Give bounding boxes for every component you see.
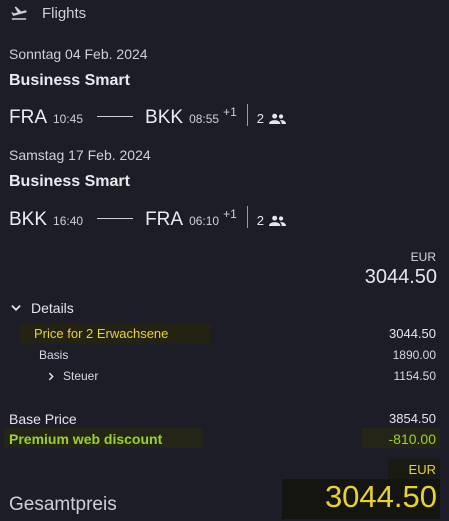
total-currency: EUR <box>410 250 436 264</box>
basis-value: 1890.00 <box>392 348 436 362</box>
total-amount: 3044.50 <box>364 266 437 288</box>
flights-header: Flights <box>10 4 86 22</box>
chevron-down-icon <box>11 305 21 311</box>
segment-1-date: Sonntag 04 Feb. 2024 <box>9 46 148 62</box>
people-icon <box>269 113 287 124</box>
discount-label: Premium web discount <box>9 431 163 447</box>
segment-2-from: BKK <box>9 209 48 230</box>
base-price-value: 3854.50 <box>389 411 436 426</box>
tax-toggle[interactable]: Steuer <box>46 369 98 383</box>
tax-value: 1154.50 <box>393 369 437 383</box>
segment-2-cabin: Business Smart <box>9 173 130 190</box>
tax-label: Steuer <box>63 369 99 383</box>
segment-2-to: FRA <box>145 209 184 230</box>
price-for-label: Price for 2 Erwachsene <box>34 326 169 341</box>
grand-total-amount: 3044.50 <box>324 479 437 514</box>
airplane-takeoff-icon <box>11 6 27 20</box>
route-line <box>97 218 134 219</box>
segment-2-date: Samstag 17 Feb. 2024 <box>9 147 151 163</box>
details-toggle-label: Details <box>31 300 74 316</box>
grand-total-label: Gesamtpreis <box>9 494 117 515</box>
route-line <box>97 116 134 117</box>
segment-2-passengers: 2 <box>256 213 287 228</box>
segment-2-day-offset: +1 <box>223 207 237 221</box>
price-for-value: 3044.50 <box>389 326 436 341</box>
divider <box>246 206 248 228</box>
discount-value: -810.00 <box>388 431 436 447</box>
segment-1-from: FRA <box>9 107 47 128</box>
grand-total-currency: EUR <box>408 462 436 477</box>
details-toggle[interactable]: Details <box>9 300 74 316</box>
chevron-right-icon <box>48 372 54 380</box>
segment-1-to: BKK <box>145 107 184 128</box>
header-title: Flights <box>42 4 87 22</box>
segment-1-arr-time: 08:55 <box>189 112 220 126</box>
segment-2-dep-time: 16:40 <box>53 214 84 228</box>
segment-2-arr-time: 06:10 <box>189 214 220 228</box>
segment-1-passengers: 2 <box>256 111 287 126</box>
segment-1-route: FRA 10:45 BKK 08:55 +1 2 <box>9 101 287 129</box>
segment-1-dep-time: 10:45 <box>53 112 84 126</box>
people-icon <box>269 215 287 226</box>
segment-1-day-offset: +1 <box>223 105 237 119</box>
segment-2-passenger-count: 2 <box>256 213 265 228</box>
divider <box>246 104 248 126</box>
segment-1-passenger-count: 2 <box>256 111 265 126</box>
segment-2-route: BKK 16:40 FRA 06:10 +1 2 <box>9 203 287 231</box>
basis-label: Basis <box>39 348 69 362</box>
base-price-label: Base Price <box>9 411 77 427</box>
segment-1-cabin: Business Smart <box>9 72 130 89</box>
